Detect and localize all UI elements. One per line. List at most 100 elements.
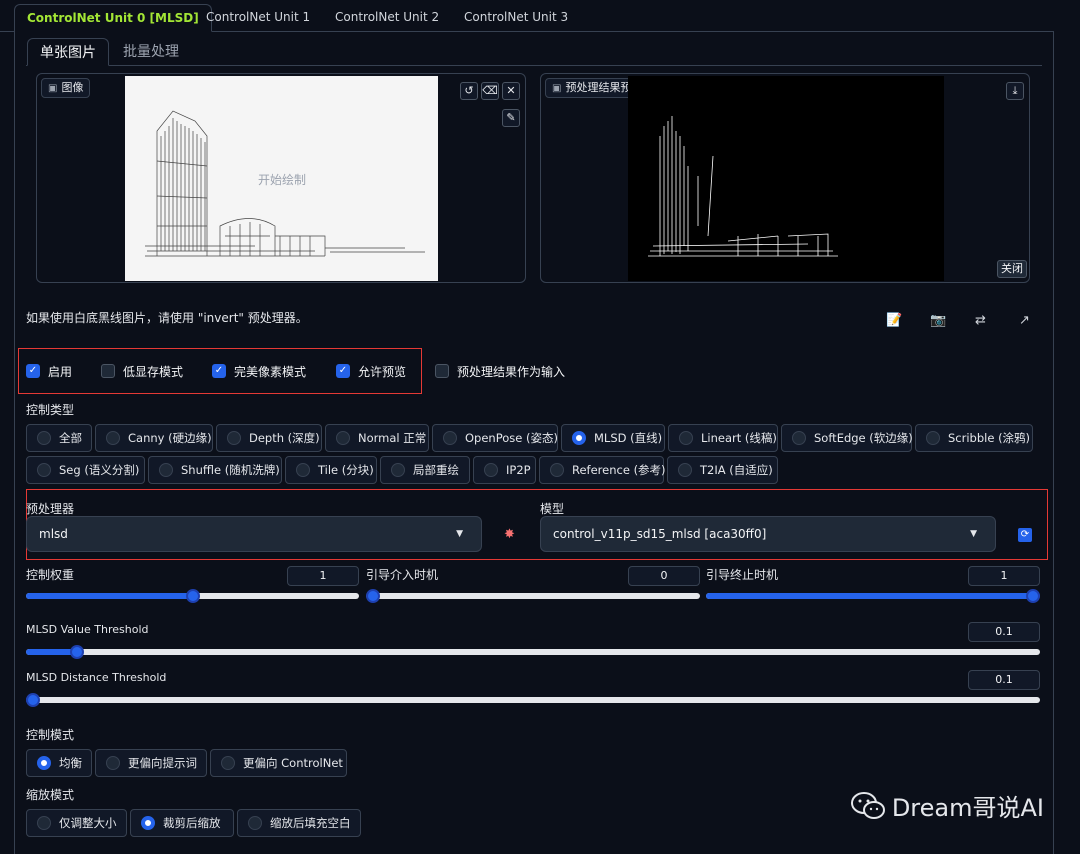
- download-icon[interactable]: ⤓: [1006, 82, 1024, 100]
- start-slider[interactable]: [366, 589, 700, 603]
- image-label-text: 图像: [61, 81, 84, 94]
- option-label: IP2P: [506, 463, 531, 477]
- radio-icon: [296, 463, 310, 477]
- radio-icon: [37, 431, 51, 445]
- tab-unit-2[interactable]: ControlNet Unit 2: [323, 4, 451, 32]
- mlsd-value-slider[interactable]: [26, 645, 1040, 659]
- watermark: Dream哥说AI: [850, 788, 1044, 823]
- control-type-seg[interactable]: Seg (语义分割): [26, 456, 145, 484]
- control-type-canny[interactable]: Canny (硬边缘): [95, 424, 213, 452]
- control-type-mlsd[interactable]: MLSD (直线): [561, 424, 665, 452]
- mlsd-distance-slider[interactable]: [26, 693, 1040, 707]
- allow-preview-checkbox[interactable]: ✓ 允许预览: [336, 363, 406, 379]
- resize-mode-fill[interactable]: 缩放后填充空白: [237, 809, 361, 837]
- option-label: 更偏向 ControlNet: [243, 756, 343, 770]
- control-mode-controlnet[interactable]: 更偏向 ControlNet: [210, 749, 347, 777]
- explode-icon[interactable]: ✸: [504, 527, 515, 542]
- control-type-ip2p[interactable]: IP2P: [473, 456, 536, 484]
- image-input-panel: ▣ 图像 开始绘制 ↺ ⌫ ✕ ✎: [36, 73, 526, 283]
- option-label: Normal 正常: [358, 431, 427, 445]
- send-icon[interactable]: ↗: [1019, 313, 1030, 328]
- lowvram-checkbox[interactable]: 低显存模式: [101, 363, 183, 379]
- weight-label: 控制权重: [26, 568, 75, 582]
- slider-fill: [706, 593, 1040, 599]
- slider-thumb[interactable]: [69, 645, 84, 659]
- tab-unit-3[interactable]: ControlNet Unit 3: [452, 4, 580, 32]
- mlsd-lines-icon: [648, 116, 838, 257]
- option-label: 裁剪后缩放: [163, 816, 221, 830]
- control-type-depth[interactable]: Depth (深度): [216, 424, 322, 452]
- control-type-shuffle[interactable]: Shuffle (随机洗牌): [148, 456, 282, 484]
- mlsd-distance-input[interactable]: 0.1: [968, 670, 1040, 690]
- control-type-normal[interactable]: Normal 正常: [325, 424, 429, 452]
- drawing-canvas[interactable]: 开始绘制: [125, 76, 438, 281]
- control-type-inpaint[interactable]: 局部重绘: [380, 456, 470, 484]
- slider-thumb[interactable]: [1026, 589, 1040, 603]
- slider-thumb[interactable]: [185, 589, 200, 603]
- radio-icon: [678, 463, 692, 477]
- camera-icon[interactable]: 📷: [930, 313, 946, 328]
- swap-icon[interactable]: ⇄: [975, 313, 986, 328]
- close-icon[interactable]: ✕: [502, 82, 520, 100]
- weight-slider[interactable]: [26, 589, 359, 603]
- control-type-all[interactable]: 全部: [26, 424, 92, 452]
- preview-panel: ▣ 预处理结果预览 ⤓ 关闭: [540, 73, 1030, 283]
- option-label: SoftEdge (软边缘): [814, 431, 913, 445]
- option-label: Canny (硬边缘): [128, 431, 212, 445]
- tab-single-image[interactable]: 单张图片: [27, 38, 109, 66]
- slider-thumb[interactable]: [26, 693, 40, 707]
- option-label: Depth (深度): [249, 431, 320, 445]
- end-input[interactable]: 1: [968, 566, 1040, 586]
- start-label: 引导介入时机: [366, 568, 439, 582]
- control-type-openpose[interactable]: OpenPose (姿态): [432, 424, 558, 452]
- slider-thumb[interactable]: [366, 589, 380, 603]
- radio-icon: [221, 756, 235, 770]
- control-type-label: 控制类型: [26, 403, 75, 417]
- radio-icon: [336, 431, 350, 445]
- resize-mode-crop[interactable]: 裁剪后缩放: [130, 809, 234, 837]
- check-icon: ✓: [336, 364, 350, 378]
- preprocessor-select[interactable]: mlsd ▼: [26, 516, 482, 552]
- control-type-scribble[interactable]: Scribble (涂鸦): [915, 424, 1033, 452]
- brush-icon[interactable]: ✎: [502, 109, 520, 127]
- control-mode-prompt[interactable]: 更偏向提示词: [95, 749, 207, 777]
- preprocessor-label: 预处理器: [26, 502, 75, 516]
- notepad-icon[interactable]: 📝: [886, 313, 902, 328]
- radio-icon: [926, 431, 940, 445]
- radio-selected-icon: [37, 756, 51, 770]
- control-type-softedge[interactable]: SoftEdge (软边缘): [781, 424, 913, 452]
- mlsd-distance-label: MLSD Distance Threshold: [26, 671, 167, 684]
- start-input[interactable]: 0: [628, 566, 700, 586]
- control-type-tile[interactable]: Tile (分块): [285, 456, 377, 484]
- enable-checkbox[interactable]: ✓ 启用: [26, 363, 72, 379]
- control-type-t2ia[interactable]: T2IA (自适应): [667, 456, 778, 484]
- resize-mode-just-resize[interactable]: 仅调整大小: [26, 809, 127, 837]
- weight-input[interactable]: 1: [287, 566, 359, 586]
- image-icon: ▣: [552, 83, 562, 94]
- undo-icon[interactable]: ↺: [460, 82, 478, 100]
- allow-preview-label: 允许预览: [358, 364, 407, 379]
- refresh-icon[interactable]: ⟳: [1018, 528, 1032, 542]
- radio-icon: [792, 431, 806, 445]
- option-label: Scribble (涂鸦): [948, 431, 1031, 445]
- image-icon: ▣: [48, 83, 58, 94]
- radio-icon: [443, 431, 457, 445]
- model-label: 模型: [540, 502, 565, 516]
- chevron-down-icon: ▼: [970, 529, 977, 539]
- control-type-lineart[interactable]: Lineart (线稿): [668, 424, 778, 452]
- eraser-icon[interactable]: ⌫: [481, 82, 499, 100]
- tab-batch[interactable]: 批量处理: [111, 38, 191, 66]
- control-type-reference[interactable]: Reference (参考): [539, 456, 666, 484]
- control-mode-balanced[interactable]: 均衡: [26, 749, 92, 777]
- preprocess-as-input-checkbox[interactable]: 预处理结果作为输入: [435, 363, 565, 379]
- model-select[interactable]: control_v11p_sd15_mlsd [aca30ff0] ▼: [540, 516, 996, 552]
- enable-label: 启用: [48, 364, 73, 379]
- option-label: Seg (语义分割): [59, 463, 140, 477]
- tab-unit-1[interactable]: ControlNet Unit 1: [194, 4, 322, 32]
- tab-unit-0[interactable]: ControlNet Unit 0 [MLSD]: [14, 4, 212, 32]
- pixel-perfect-checkbox[interactable]: ✓ 完美像素模式: [212, 363, 306, 379]
- image-label: ▣ 图像: [41, 78, 91, 98]
- preview-close-button[interactable]: 关闭: [997, 260, 1027, 278]
- mlsd-value-input[interactable]: 0.1: [968, 622, 1040, 642]
- end-slider[interactable]: [706, 589, 1040, 603]
